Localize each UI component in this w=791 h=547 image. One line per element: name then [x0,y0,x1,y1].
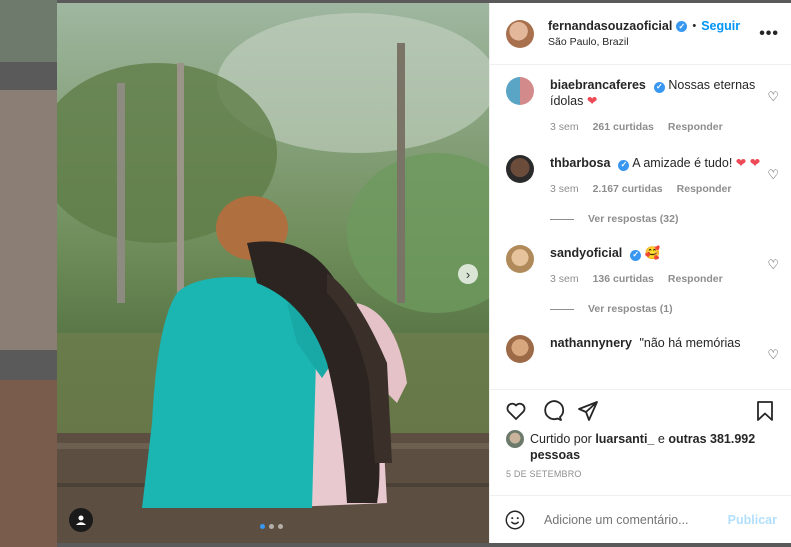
comment-text: thbarbosa ✓ A amizade é tudo! ❤ ❤ [550,155,764,171]
comment-likes[interactable]: 136 curtidas [593,273,654,285]
author-username[interactable]: fernandasouzaoficial [548,19,672,33]
header-text: fernandasouzaoficial ✓ • Seguir São Paul… [548,19,759,48]
backdrop-tile [0,380,57,547]
likes-summary: Curtido por luarsanti_ e outras 381.992 … [490,423,791,463]
heart-icon[interactable]: ♡ [767,257,779,273]
comment-username[interactable]: thbarbosa [550,156,610,170]
share-glyph [578,401,598,421]
comment-text: nathannynery "não há memórias [550,335,764,351]
comment-likes[interactable]: 261 curtidas [593,121,654,133]
post-side-panel: fernandasouzaoficial ✓ • Seguir São Paul… [489,3,791,543]
heart-icon[interactable]: ♡ [767,89,779,105]
reply-button[interactable]: Responder [668,273,723,285]
comment-input[interactable] [542,511,728,528]
view-replies-label: Ver respostas (32) [588,213,679,225]
comment-body: sandyoficial ✓ 🥰 3 sem 136 curtidas Respo… [550,245,764,285]
view-replies-button[interactable]: Ver respostas (1) [550,303,779,315]
reply-button[interactable]: Responder [668,121,723,133]
verified-icon: ✓ [653,81,665,93]
comment-meta: 3 sem 261 curtidas Responder [550,121,764,133]
post-location[interactable]: São Paulo, Brazil [548,36,759,48]
post-photo[interactable]: › [57,3,489,543]
view-replies-label: Ver respostas (1) [588,303,673,315]
carousel-dots [260,524,283,529]
likes-joiner: e [657,432,665,446]
replies-line [550,308,574,310]
avatar[interactable] [506,19,534,48]
heart-icon[interactable]: ♡ [767,167,779,183]
publish-button[interactable]: Publicar [728,513,777,527]
comment-body: thbarbosa ✓ A amizade é tudo! ❤ ❤ 3 sem 2… [550,155,764,195]
chevron-right-icon[interactable]: › [458,264,478,284]
comment-time[interactable]: 3 sem [550,121,579,133]
comment-icon[interactable] [540,399,564,423]
user-tag-glyph [76,515,86,525]
comment-body: biaebrancaferes ✓ Nossas eternas ídolas ❤… [550,77,764,133]
avatar[interactable] [506,430,524,448]
bookmark-icon[interactable] [753,399,777,423]
comment-item: nathannynery "não há memórias ♡ [506,335,779,363]
add-comment-bar: Publicar [490,495,791,543]
comment-item: sandyoficial ✓ 🥰 3 sem 136 curtidas Respo… [506,245,779,285]
separator: • [692,20,697,32]
verified-icon: ✓ [630,249,642,261]
backdrop-tile [0,0,57,62]
replies-line [550,218,574,220]
emoji-icon[interactable] [504,509,526,531]
comment-username[interactable]: sandyoficial [550,246,622,260]
view-replies-button[interactable]: Ver respostas (32) [550,213,779,225]
heart-glyph [506,402,526,420]
comment-time[interactable]: 3 sem [550,183,579,195]
comment-content: "não há memórias [639,336,741,350]
comment-emoji: ❤ ❤ [735,156,761,170]
bookmark-glyph [757,401,773,421]
verified-icon: ✓ [676,20,688,32]
post-image [57,3,489,543]
likes-prefix: Curtido por [530,432,592,446]
share-icon[interactable] [576,399,600,423]
comment-text: biaebrancaferes ✓ Nossas eternas ídolas ❤ [550,77,764,109]
user-tag-icon[interactable] [69,508,93,532]
heart-icon[interactable]: ♡ [767,347,779,363]
avatar[interactable] [506,155,534,183]
avatar[interactable] [506,245,534,273]
carousel-dot [260,524,265,529]
verified-icon: ✓ [618,159,630,171]
carousel-dot [269,524,274,529]
comment-glyph [544,400,564,421]
follow-button[interactable]: Seguir [701,19,740,33]
more-options-icon[interactable]: ••• [759,25,779,43]
comment-text: sandyoficial ✓ 🥰 [550,245,764,261]
comment-content: A amizade é tudo! [632,156,733,170]
comment-item: biaebrancaferes ✓ Nossas eternas ídolas ❤… [506,77,779,133]
comment-meta: 3 sem 136 curtidas Responder [550,273,764,285]
post-modal: › fernandasouzaoficial ✓ • Seguir São Pa… [57,3,791,543]
avatar[interactable] [506,77,534,105]
comment-emoji: ❤ [586,94,598,108]
liker-username[interactable]: luarsanti_ [595,432,654,446]
comment-time[interactable]: 3 sem [550,273,579,285]
comment-meta: 3 sem 2.167 curtidas Responder [550,183,764,195]
post-actions [490,389,791,423]
comment-username[interactable]: nathannynery [550,336,632,350]
header-line: fernandasouzaoficial ✓ • Seguir [548,19,759,33]
comment-item: thbarbosa ✓ A amizade é tudo! ❤ ❤ 3 sem 2… [506,155,779,195]
comment-likes[interactable]: 2.167 curtidas [593,183,663,195]
avatar[interactable] [506,335,534,363]
backdrop-tile [0,90,57,350]
post-header: fernandasouzaoficial ✓ • Seguir São Paul… [490,3,791,65]
likes-text: Curtido por luarsanti_ e outras 381.992 … [530,431,775,463]
comment-emoji: 🥰 [644,246,661,260]
heart-icon[interactable] [504,399,528,423]
carousel-dot [278,524,283,529]
post-date[interactable]: 5 DE SETEMBRO [490,463,791,479]
comment-username[interactable]: biaebrancaferes [550,78,646,92]
reply-button[interactable]: Responder [677,183,732,195]
comments-list: biaebrancaferes ✓ Nossas eternas ídolas ❤… [490,65,791,389]
comment-body: nathannynery "não há memórias [550,335,764,363]
